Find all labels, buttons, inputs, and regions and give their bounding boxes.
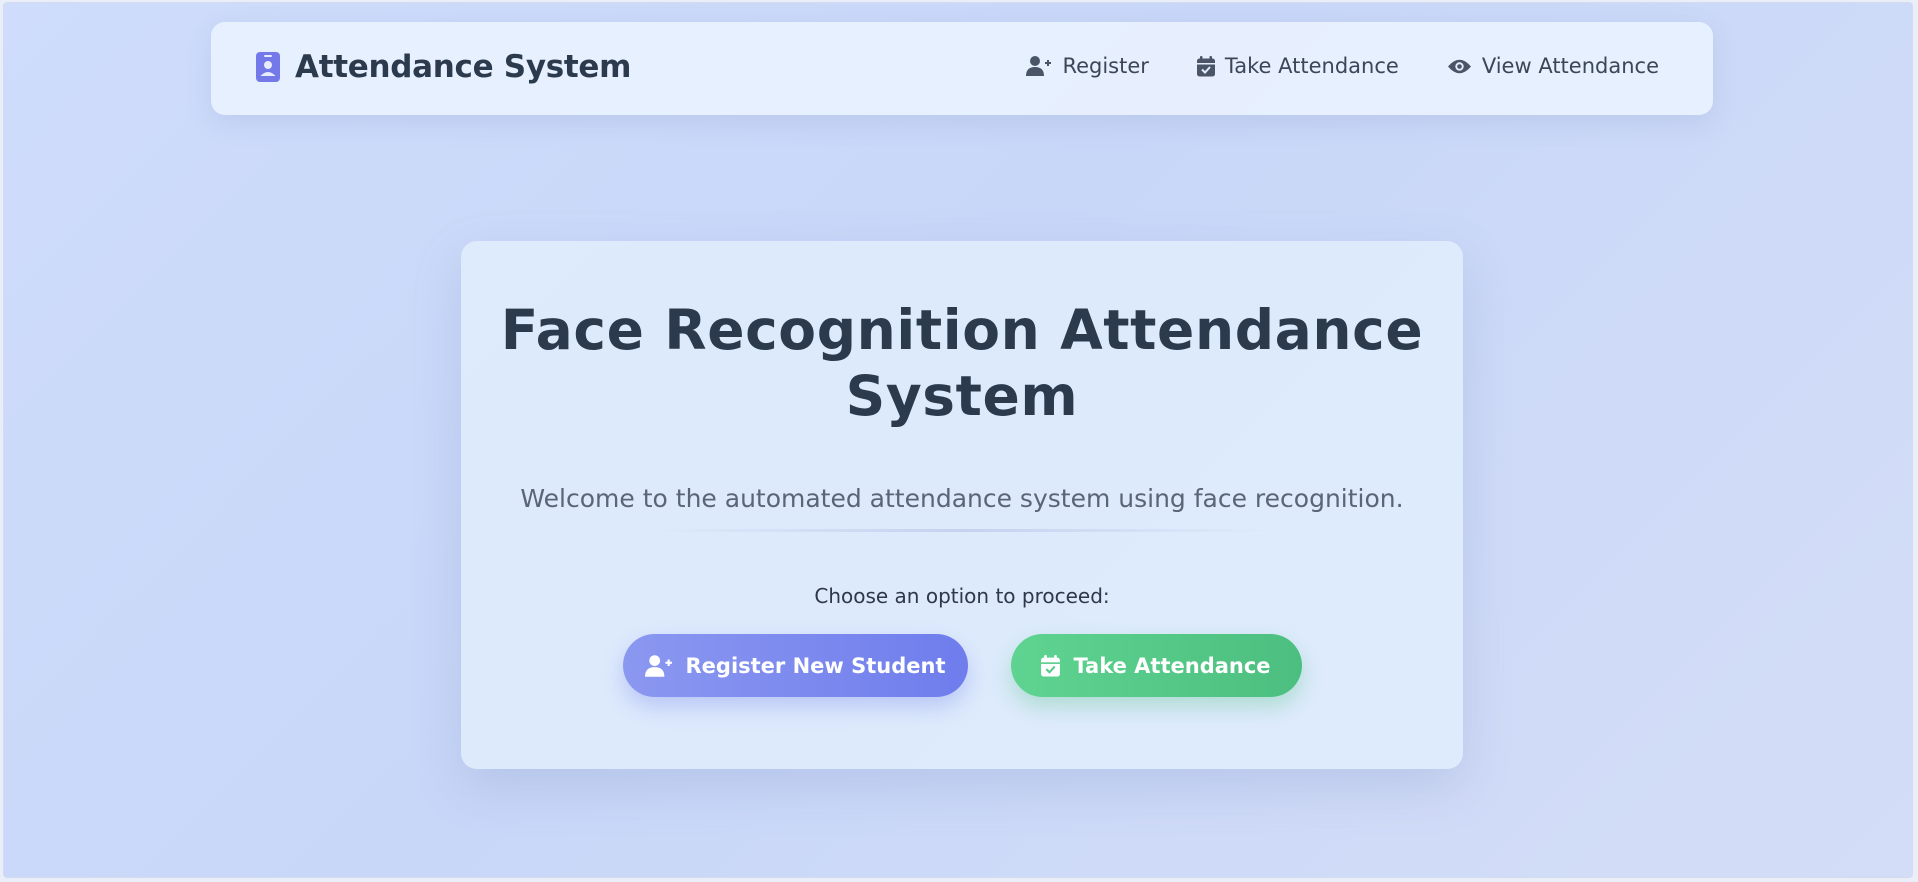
page-title: Face Recognition Attendance System: [500, 298, 1424, 428]
options-prompt: Choose an option to proceed:: [814, 584, 1110, 608]
welcome-card: Face Recognition Attendance System Welco…: [461, 241, 1463, 769]
brand-title: Attendance System: [295, 49, 632, 85]
nav-link-label: View Attendance: [1481, 54, 1659, 78]
divider: [652, 529, 1272, 532]
button-label: Register New Student: [685, 653, 946, 678]
nav-link-view-attendance[interactable]: View Attendance: [1447, 54, 1659, 78]
user-plus-icon: [644, 654, 673, 678]
app-window: Attendance System Register Take Attendan…: [3, 2, 1913, 878]
id-badge-icon: [255, 51, 281, 83]
calendar-check-icon: [1041, 654, 1061, 677]
calendar-check-icon: [1196, 55, 1215, 77]
button-label: Take Attendance: [1073, 653, 1271, 678]
take-attendance-button[interactable]: Take Attendance: [1010, 634, 1302, 697]
nav-link-label: Register: [1062, 54, 1149, 78]
navbar: Attendance System Register Take Attendan…: [211, 22, 1713, 115]
page-subtitle: Welcome to the automated attendance syst…: [520, 484, 1404, 513]
nav-link-take-attendance[interactable]: Take Attendance: [1196, 54, 1399, 78]
nav-link-register[interactable]: Register: [1026, 54, 1149, 78]
nav-link-label: Take Attendance: [1224, 54, 1399, 78]
eye-icon: [1447, 58, 1472, 75]
register-new-student-button[interactable]: Register New Student: [622, 634, 968, 697]
action-buttons: Register New Student Take Attendance: [461, 634, 1463, 697]
nav-links: Register Take Attendance View Attendance: [1026, 54, 1659, 78]
brand[interactable]: Attendance System: [255, 49, 631, 85]
user-plus-icon: [1026, 55, 1052, 77]
